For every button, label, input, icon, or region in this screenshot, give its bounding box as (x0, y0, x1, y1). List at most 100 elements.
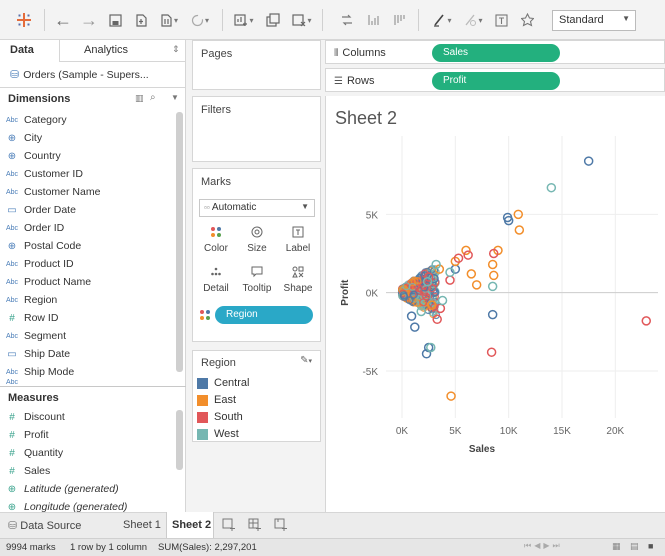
columns-label-text: Columns (342, 47, 386, 59)
pause-icon[interactable]: ▾ (158, 9, 180, 31)
sort-asc-icon[interactable] (364, 9, 382, 31)
new-sheet-icon[interactable]: ▾ (232, 9, 256, 31)
legend-item[interactable]: East (197, 392, 236, 408)
measure-item[interactable]: ⊕ Latitude (generated) (0, 480, 172, 498)
region-legend: Region ✎▾ Central East South West (192, 350, 321, 442)
new-datasource-icon[interactable] (132, 9, 150, 31)
dimension-item[interactable]: Abc Product Name (0, 273, 172, 291)
legend-item[interactable]: Central (197, 375, 249, 391)
tab-sheet-2[interactable]: Sheet 2 (166, 512, 214, 539)
back-icon[interactable]: ← (54, 9, 72, 31)
data-point (488, 270, 499, 281)
profit-pill[interactable]: Profit (432, 72, 560, 90)
dimension-item[interactable]: Abc Segment (0, 327, 172, 345)
chevron-down-icon: ▼ (622, 14, 630, 23)
chevron-down-icon[interactable]: ▼ (171, 93, 179, 102)
measure-item[interactable]: # Profit (0, 426, 172, 444)
color-label: Color (204, 243, 228, 254)
data-point (446, 391, 456, 401)
filters-card[interactable]: Filters (192, 96, 321, 162)
size-button[interactable]: Size (238, 225, 276, 261)
highlight-toggle-icon[interactable]: ✎▾ (300, 355, 312, 366)
shape-label: Shape (283, 283, 313, 294)
tab-analytics[interactable]: Analytics (84, 44, 128, 56)
measure-label: Latitude (generated) (24, 483, 119, 495)
dimension-scrollbar[interactable] (176, 112, 183, 372)
legend-item[interactable]: South (197, 409, 243, 425)
pages-title: Pages (201, 48, 233, 60)
rows-label-text: Rows (346, 75, 375, 87)
scatter-chart[interactable]: 0K 5K 10K 15K 20K -5K 0K 5K Sales Profit (326, 132, 665, 512)
dimension-item[interactable]: Abc Order ID (0, 219, 172, 237)
dimension-item[interactable]: ⊕ Country (0, 147, 172, 165)
date-type-icon: ▭ (7, 348, 17, 360)
columns-shelf[interactable]: ⦀ Columns Sales (325, 40, 665, 64)
mark-type-value: Automatic (211, 202, 257, 213)
swap-icon[interactable] (338, 9, 356, 31)
tab-sheet-1[interactable]: Sheet 1 (116, 513, 166, 539)
data-source-tab[interactable]: ⛁ Data Source (8, 519, 81, 532)
filmstrip-icon[interactable]: ▤ (630, 541, 639, 552)
sort-desc-icon[interactable] (390, 9, 408, 31)
datasource-item[interactable]: ⛁ Orders (Sample - Supers... (0, 62, 186, 88)
sales-pill[interactable]: Sales (432, 44, 560, 62)
dimension-item[interactable]: Abc Customer Name (0, 183, 172, 201)
data-point (486, 347, 497, 357)
fit-select-value: Standard (559, 14, 604, 26)
new-story-icon[interactable] (274, 518, 287, 534)
forward-icon[interactable]: → (80, 9, 98, 31)
clear-icon[interactable]: ▾ (290, 9, 314, 31)
dimension-item[interactable]: Abc Category (0, 111, 172, 129)
dimension-item[interactable]: # Row ID (0, 309, 172, 327)
pages-card[interactable]: Pages (192, 40, 321, 90)
fit-select[interactable]: Standard ▼ (552, 10, 636, 31)
data-pane-tabs: Data Analytics ⇕ (0, 40, 186, 62)
data-point (487, 281, 498, 292)
legend-item[interactable]: West (197, 426, 239, 442)
rows-shelf[interactable]: ☰ Rows Profit (325, 68, 665, 92)
dimension-item[interactable]: ⊕ Postal Code (0, 237, 172, 255)
tooltip-button[interactable]: Tooltip (238, 265, 276, 301)
tab-data[interactable]: Data (0, 40, 60, 62)
measure-item[interactable]: # Discount (0, 408, 172, 426)
measure-item[interactable]: # Quantity (0, 444, 172, 462)
refresh-icon[interactable]: ▾ (188, 9, 212, 31)
measures-header: Measures (0, 389, 186, 409)
label-icon[interactable] (492, 9, 510, 31)
view-toggle-icon[interactable]: ▥ (135, 93, 144, 104)
dimension-item[interactable]: ⊕ City (0, 129, 172, 147)
dimension-item[interactable]: Abc Product ID (0, 255, 172, 273)
pin-icon[interactable] (518, 9, 536, 31)
measure-label: Sales (24, 465, 51, 477)
tabs-view-icon[interactable]: ■ (648, 541, 653, 551)
shape-button[interactable]: Shape (279, 265, 317, 301)
dimension-item[interactable]: Abc Region (0, 291, 172, 309)
show-sheets-icon[interactable]: ▦ (612, 541, 621, 552)
new-dashboard-icon[interactable] (248, 518, 261, 534)
new-worksheet-icon[interactable] (222, 518, 235, 534)
region-pill[interactable]: Region (215, 306, 313, 324)
dimension-item[interactable]: Abc Customer ID (0, 165, 172, 183)
pane-menu-icon[interactable]: ⇕ (172, 44, 180, 55)
measure-scrollbar[interactable] (176, 410, 183, 470)
dimension-item[interactable]: ▭ Ship Date (0, 345, 172, 363)
tableau-logo-icon[interactable] (12, 9, 36, 31)
data-point (471, 280, 482, 290)
dimension-item[interactable]: ▭ Order Date (0, 201, 172, 219)
columns-label: ⦀ Columns (334, 47, 386, 59)
dimension-label: Ship Date (24, 348, 71, 360)
label-button[interactable]: Label (279, 225, 317, 261)
legend-label: South (214, 411, 243, 423)
mark-type-select[interactable]: ▫▫ Automatic ▼ (199, 199, 315, 217)
sheet-navigation-icons[interactable]: ⏮◀▶⏭ (524, 541, 563, 551)
detail-button[interactable]: Detail (197, 265, 235, 301)
x-tick-label: 5K (449, 426, 462, 437)
measure-item[interactable]: # Sales (0, 462, 172, 480)
highlight-icon[interactable]: ▾ (428, 9, 456, 31)
color-button[interactable]: Color (197, 225, 235, 261)
duplicate-icon[interactable] (264, 9, 282, 31)
save-icon[interactable] (106, 9, 124, 31)
search-icon[interactable]: ⌕ (150, 92, 156, 103)
group-icon[interactable]: ▾ (460, 9, 486, 31)
dimension-label: Product Name (24, 276, 92, 288)
